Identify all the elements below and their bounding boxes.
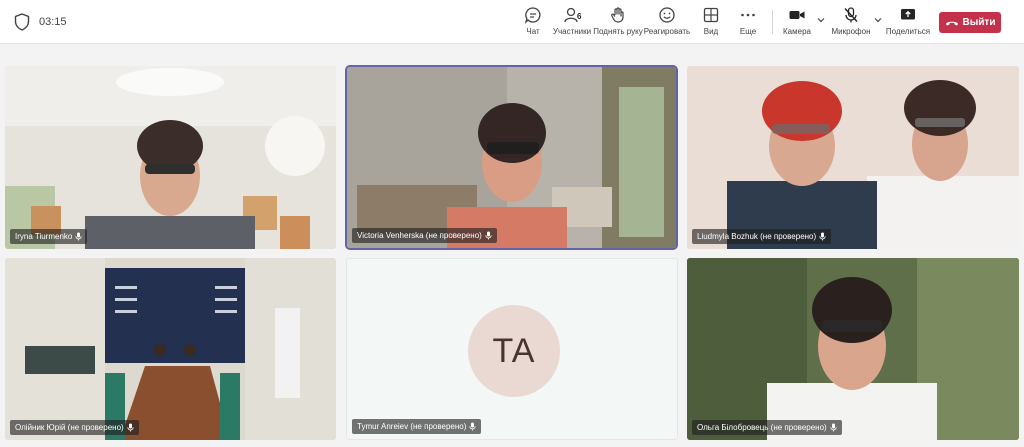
participant-video-1 xyxy=(5,66,336,249)
participant-video-2 xyxy=(347,67,676,248)
participant-name: Ольга Білобровець (не проверено) xyxy=(697,423,827,432)
camera-button[interactable]: Камера xyxy=(783,6,811,40)
share-label: Поделиться xyxy=(885,27,931,36)
raise-hand-label: Поднять руку xyxy=(593,27,643,36)
hand-icon xyxy=(611,7,624,23)
video-tile-3[interactable]: Liudmyla Bozhuk (не проверено) xyxy=(687,66,1019,249)
leave-label: Выйти xyxy=(962,17,996,28)
emoji-icon xyxy=(659,7,675,23)
participant-name: Олійник Юрій (не проверено) xyxy=(15,423,124,432)
raise-hand-button[interactable]: Поднять руку xyxy=(593,6,643,40)
video-tile-1[interactable]: Iryna Tiurmenko xyxy=(5,66,336,249)
participant-video-4 xyxy=(5,258,336,440)
more-button[interactable]: Еще xyxy=(736,6,760,40)
share-button[interactable]: Поделиться xyxy=(886,6,930,40)
microphone-icon xyxy=(830,423,837,432)
microphone-chevron-down-icon[interactable] xyxy=(873,15,883,25)
chat-button[interactable]: Чат xyxy=(521,6,545,40)
participant-nameplate: Tymur Anreiev (не проверено) xyxy=(352,419,482,434)
participant-avatar: TA xyxy=(468,305,560,397)
participant-video-6 xyxy=(687,258,1019,440)
meeting-toolbar: 03:15 Чат Участники 6 Поднять руку Реаги… xyxy=(0,0,1024,44)
participants-button[interactable]: Участники xyxy=(552,6,592,40)
chat-icon xyxy=(524,7,541,24)
camera-icon xyxy=(789,11,805,19)
microphone-icon xyxy=(485,231,492,240)
microphone-icon xyxy=(819,232,826,241)
view-button[interactable]: Вид xyxy=(699,6,723,40)
participant-nameplate: Iryna Tiurmenko xyxy=(10,229,88,244)
chat-label: Чат xyxy=(526,27,540,36)
participant-name: Iryna Tiurmenko xyxy=(15,232,73,241)
participant-nameplate: Victoria Venherska (не проверено) xyxy=(352,228,497,243)
more-label: Еще xyxy=(739,27,757,36)
participant-name: Liudmyla Bozhuk (не проверено) xyxy=(697,232,817,241)
camera-chevron-down-icon[interactable] xyxy=(816,15,826,25)
view-label: Вид xyxy=(703,27,719,36)
react-button[interactable]: Реагировать xyxy=(643,6,691,40)
microphone-icon xyxy=(127,423,134,432)
grid-view-icon xyxy=(703,7,719,23)
participants-label: Участники xyxy=(552,27,592,36)
share-screen-icon xyxy=(901,9,915,20)
more-dots-icon xyxy=(741,13,755,17)
video-tile-2-active-speaker[interactable]: Victoria Venherska (не проверено) xyxy=(345,65,678,250)
video-tile-5[interactable]: TA Tymur Anreiev (не проверено) xyxy=(346,258,678,440)
meeting-timer: 03:15 xyxy=(39,16,67,28)
microphone-button[interactable]: Микрофон xyxy=(831,6,871,40)
participant-name: Victoria Venherska (не проверено) xyxy=(357,231,482,240)
microphone-muted-icon xyxy=(844,7,858,23)
participant-name: Tymur Anreiev (не проверено) xyxy=(357,422,467,431)
hang-up-icon xyxy=(945,21,958,25)
shield-icon[interactable] xyxy=(14,13,30,31)
microphone-icon xyxy=(469,422,476,431)
toolbar-divider xyxy=(772,10,773,34)
camera-label: Камера xyxy=(783,27,811,36)
microphone-icon xyxy=(75,232,82,241)
participant-nameplate: Ольга Білобровець (не проверено) xyxy=(692,420,842,435)
leave-button[interactable]: Выйти xyxy=(939,12,1001,33)
video-tile-4[interactable]: Олійник Юрій (не проверено) xyxy=(5,258,336,440)
participant-nameplate: Олійник Юрій (не проверено) xyxy=(10,420,139,435)
video-tile-6[interactable]: Ольга Білобровець (не проверено) xyxy=(687,258,1019,440)
participant-nameplate: Liudmyla Bozhuk (не проверено) xyxy=(692,229,832,244)
participants-count: 6 xyxy=(577,12,582,21)
react-label: Реагировать xyxy=(643,27,691,36)
microphone-label: Микрофон xyxy=(831,27,871,36)
participant-video-3 xyxy=(687,66,1019,249)
